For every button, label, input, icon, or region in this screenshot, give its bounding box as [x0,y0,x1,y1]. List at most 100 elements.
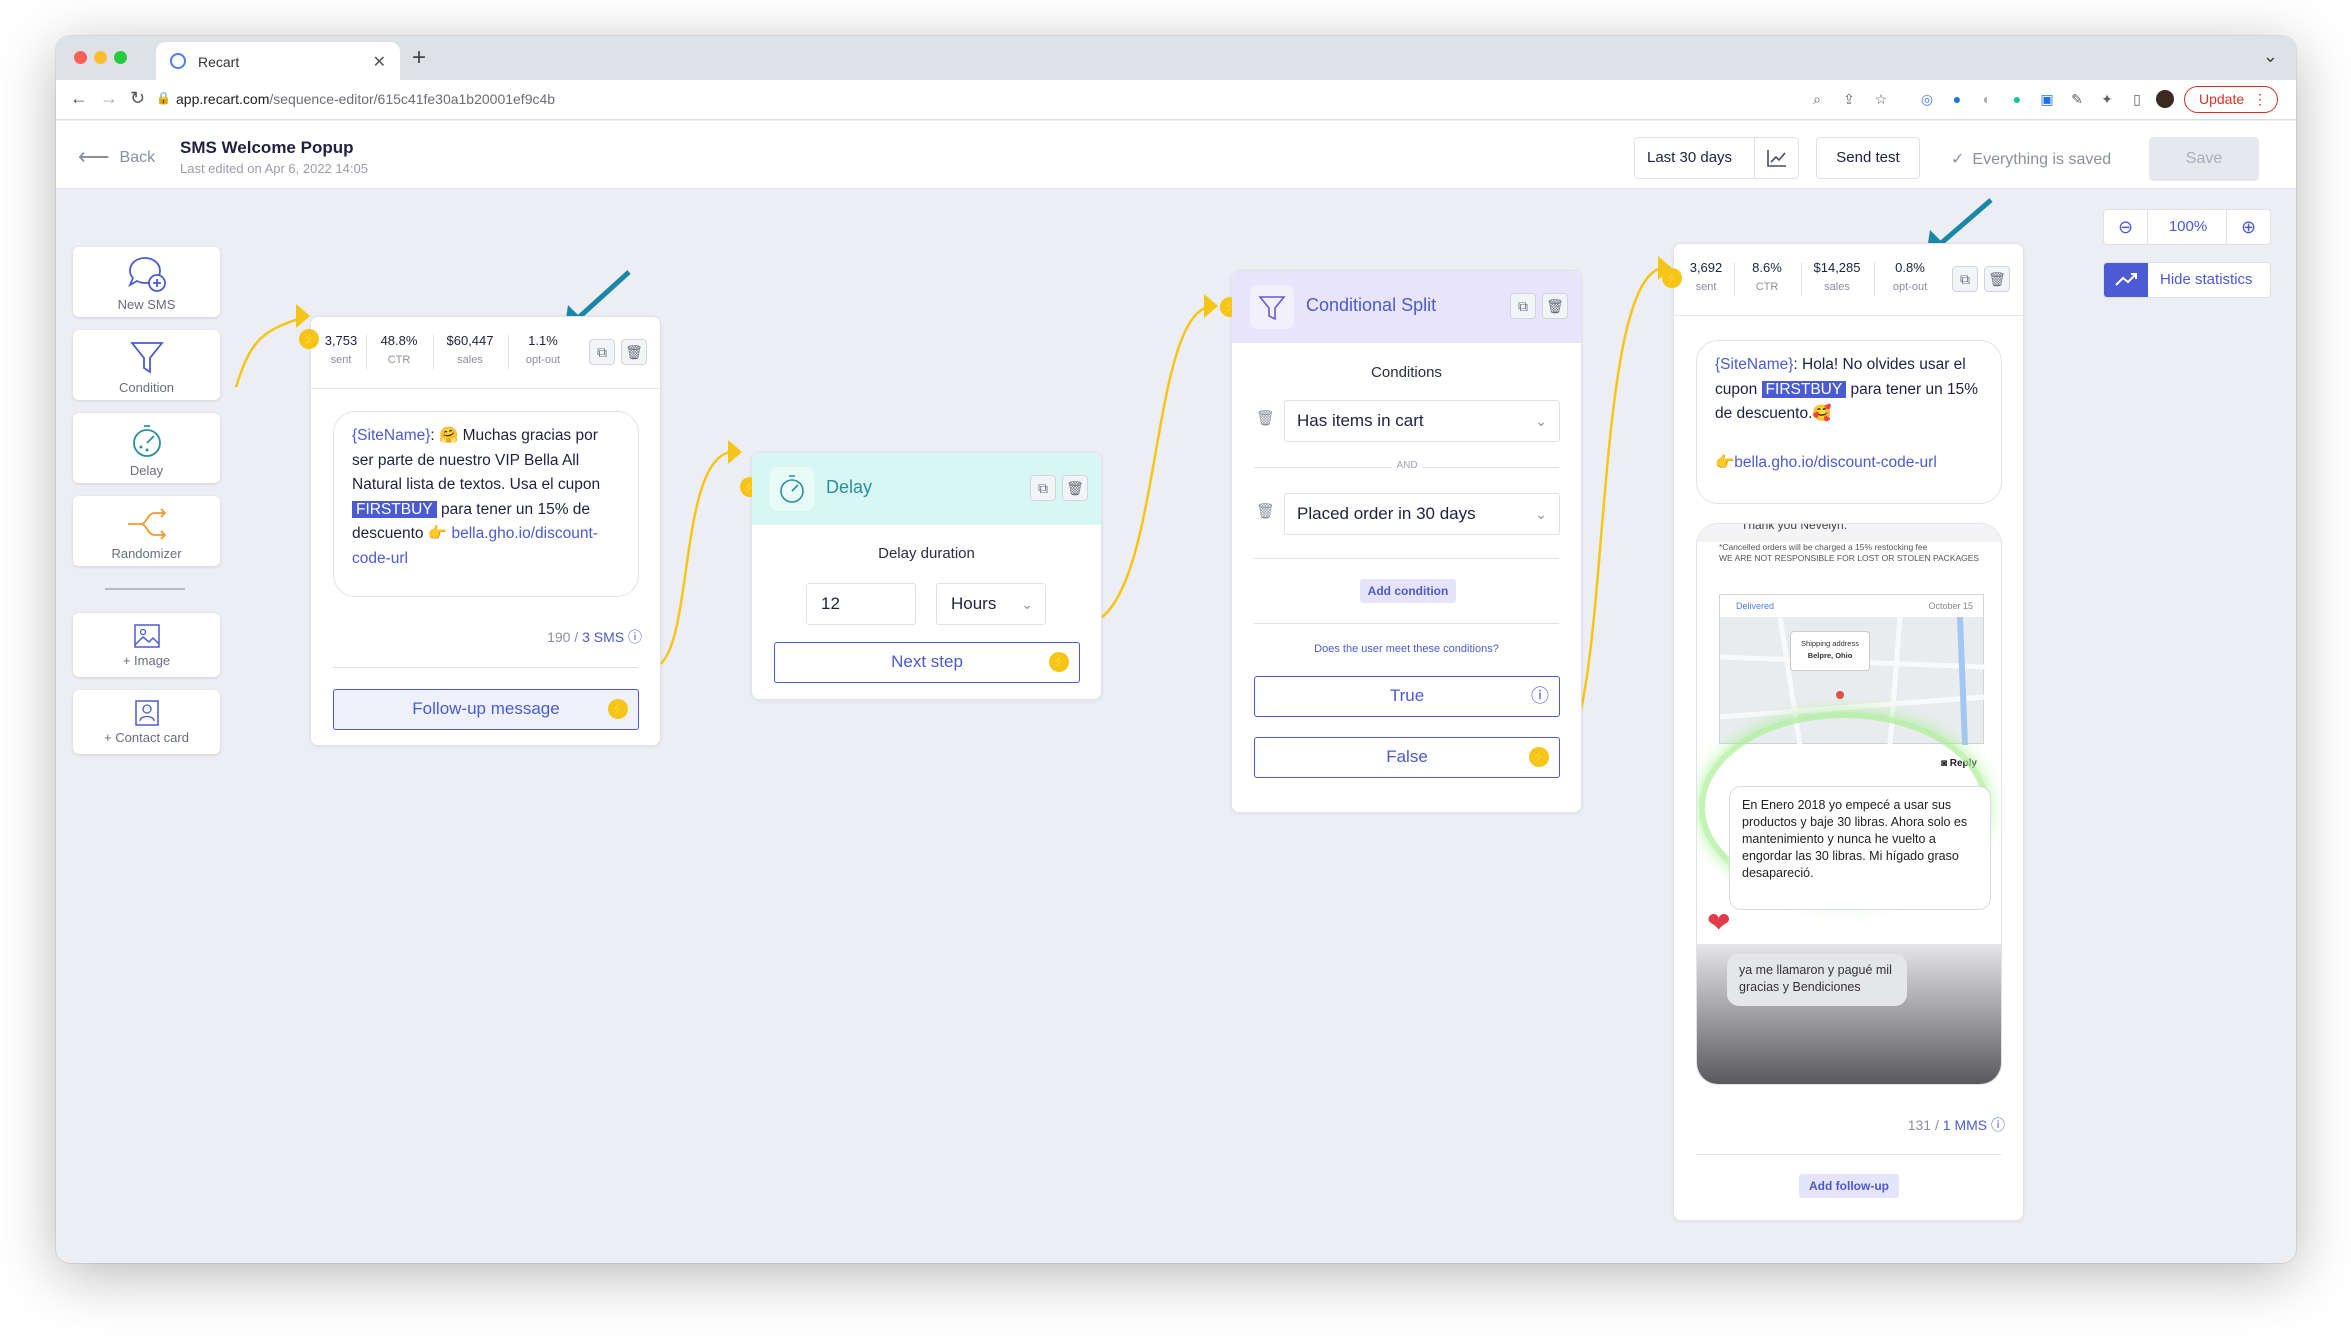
and-separator: AND [1392,460,1422,471]
send-test-button[interactable]: Send test [1816,137,1920,179]
app-header: ⟵ Back SMS Welcome Popup Last edited on A… [56,121,2296,189]
minimize-window-button[interactable] [94,51,107,64]
follow-up-button[interactable]: Follow-up message ⚡ [333,689,639,730]
new-tab-icon[interactable]: + [412,44,426,72]
add-condition-button[interactable]: Add condition [1360,579,1456,603]
forward-arrow-icon[interactable]: → [100,88,118,109]
chevron-down-icon: ⌄ [1021,596,1033,612]
add-condition-label: Add condition [1367,584,1449,598]
maximize-window-button[interactable] [114,51,127,64]
stat-value: 8.6% [1752,260,1782,275]
zoom-out-icon[interactable]: ⊖ [2104,210,2148,244]
back-button[interactable]: ⟵ Back [78,144,155,170]
trash-icon[interactable]: 🗑 [1256,409,1275,427]
connector-arrow [296,304,310,328]
add-contact-card-tool[interactable]: + Contact card [73,690,220,754]
extension-icon[interactable]: ◐ [1978,90,1996,108]
recart-extension-icon[interactable]: ◎ [1918,90,1936,108]
timer-icon [132,425,161,457]
browser-tab[interactable]: Recart ✕ [156,42,400,80]
translate-icon[interactable]: ▣ [2038,90,2056,108]
bolt-outline-icon: ⓘ [1531,686,1549,706]
stat-opt-out: 1.1% opt-out [511,333,575,366]
next-step-button[interactable]: Next step ⚡ [774,642,1080,683]
close-tab-icon[interactable]: ✕ [373,52,386,72]
grammarly-icon[interactable]: ● [2008,90,2026,108]
stat-value: 1.1% [528,333,558,348]
lock-icon: 🔒 [156,91,171,105]
share-icon[interactable]: ⇪ [1840,90,1858,108]
delete-button[interactable]: 🗑 [1984,266,2010,292]
condition-tool[interactable]: Condition [73,330,220,400]
duplicate-button[interactable]: ⧉ [1510,293,1536,319]
delay-tool[interactable]: Delay [73,413,220,483]
duplicate-button[interactable]: ⧉ [1030,475,1056,501]
sms-message-bubble[interactable]: {SiteName}: Hola! No olvides usar el cup… [1696,340,2002,504]
delete-button[interactable]: 🗑 [621,339,647,365]
condition-select[interactable]: Placed order in 30 days ⌄ [1284,493,1560,535]
comment-bubble: ya me llamaron y pagué mil gracias y Ben… [1727,954,1907,1006]
mms-image[interactable]: Thank you Nevelyn. *Cancelled orders wil… [1696,523,2002,1085]
stat-ctr: 8.6% CTR [1737,260,1797,293]
chevron-down-icon: ⌄ [1535,413,1547,429]
stat-sales: $60,447 sales [436,333,504,366]
sms-message-bubble[interactable]: {SiteName}: 🤗 Muchas gracias por ser par… [333,411,639,597]
extensions-puzzle-icon[interactable]: ✦ [2098,90,2116,108]
duplicate-button[interactable]: ⧉ [1952,266,1978,292]
side-panel-icon[interactable]: ▯ [2128,90,2146,108]
next-step-label: Next step [891,652,963,671]
color-picker-icon[interactable]: ✎ [2068,90,2086,108]
discount-link[interactable]: 👉bella.gho.io/discount-code-url [1715,454,1937,471]
chart-icon [1754,138,1798,178]
trash-icon[interactable]: 🗑 [1256,502,1275,520]
extension-icon[interactable]: ● [1948,90,1966,108]
delay-unit-select[interactable]: Hours ⌄ [936,583,1046,625]
delay-amount-input[interactable]: 12 [806,583,916,625]
back-arrow-icon[interactable]: ← [70,88,88,109]
zoom-icon[interactable]: ⌕ [1808,90,1826,108]
true-branch-button[interactable]: True ⓘ [1254,676,1560,717]
profile-avatar[interactable] [2156,90,2174,108]
zoom-level: 100% [2168,218,2208,235]
hide-statistics-button[interactable]: Hide statistics [2103,262,2271,298]
save-button[interactable]: Save [2149,137,2259,181]
duplicate-button[interactable]: ⧉ [589,339,615,365]
add-image-tool[interactable]: + Image [73,613,220,677]
address-bar: ← → ↻ 🔒 app.recart.com/sequence-editor/6… [56,80,2296,120]
bookmark-star-icon[interactable]: ☆ [1872,90,1890,108]
delete-button[interactable]: 🗑 [1542,293,1568,319]
sms-node[interactable]: ⚡ 3,692 sent 8.6% CTR $14,285 sales 0.8% opt… [1662,243,2024,1221]
add-follow-up-button[interactable]: Add follow-up [1799,1174,1899,1198]
shipping-label: Shipping address [1801,639,1859,648]
divider [333,667,638,668]
reload-icon[interactable]: ↻ [130,88,145,109]
sequence-canvas[interactable]: New SMS Condition Delay Randomizer + Ima… [56,190,2296,1263]
stat-label: sent [330,354,352,366]
mms-char-count: 131 / 1 MMS ⓘ [1908,1115,2005,1135]
add-follow-up-label: Add follow-up [1809,1179,1889,1193]
randomizer-tool[interactable]: Randomizer [73,496,220,566]
update-button[interactable]: Update ⋮ [2184,86,2278,113]
divider [1696,1154,2001,1155]
date-range-select[interactable]: Last 30 days [1634,137,1799,179]
contact-card-icon [134,700,159,726]
delay-node[interactable]: ⚡ Delay ⧉ 🗑 Delay duration 12 Hours ⌄ Nex… [740,452,1102,700]
close-window-button[interactable] [74,51,87,64]
condition-select[interactable]: Has items in cart ⌄ [1284,400,1560,442]
recart-favicon-icon [170,53,186,69]
url-field[interactable]: app.recart.com/sequence-editor/615c41fe3… [176,91,555,107]
zoom-in-icon[interactable]: ⊕ [2226,210,2270,244]
tab-search-chevron-icon[interactable]: ⌄ [2263,46,2278,67]
randomizer-icon [127,508,166,540]
conditional-split-node[interactable]: ⚡ Conditional Split ⧉ 🗑 Conditions 🗑 Has… [1220,270,1582,813]
stat-label: sent [1695,281,1717,293]
false-branch-button[interactable]: False ⚡ [1254,737,1560,778]
new-sms-tool[interactable]: New SMS [73,247,220,317]
bolt-icon: ⚡ [608,699,628,719]
stat-value: 3,692 [1689,260,1723,275]
follow-up-label: Follow-up message [412,699,560,718]
sms-node[interactable]: ⚡ 3,753 sent 48.8% CTR $60,447 sales 1.1% op… [299,316,661,746]
delete-button[interactable]: 🗑 [1062,475,1088,501]
shipping-city: Belpre, Ohio [1807,651,1853,660]
update-label: Update [2199,91,2245,107]
